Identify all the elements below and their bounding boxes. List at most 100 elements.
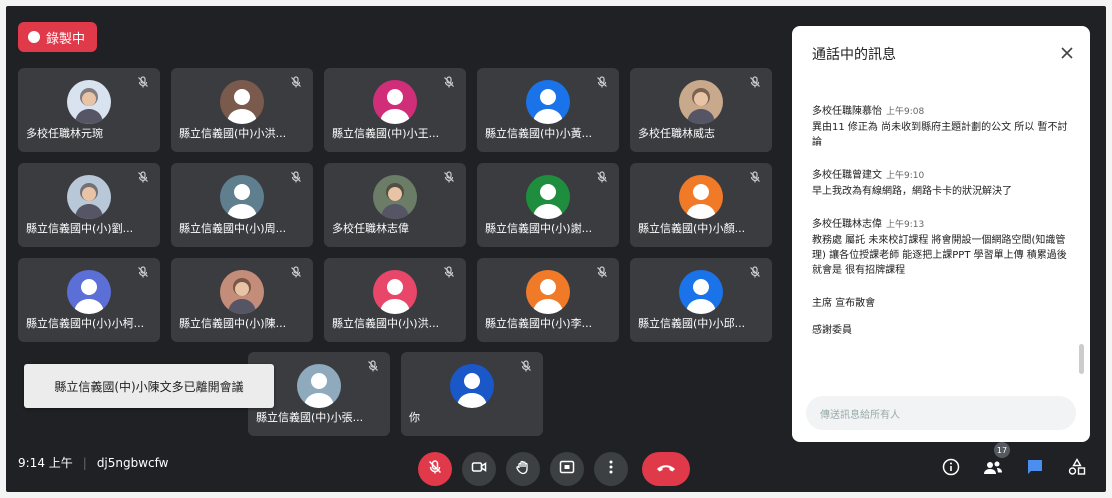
more-vert-icon [603,459,619,479]
chat-message-input[interactable]: 傳送訊息給所有人 [806,396,1076,430]
record-dot-icon [28,31,40,43]
meeting-details-button[interactable] [938,456,964,482]
participant-avatar [297,364,341,408]
participant-tile[interactable]: 多校任職林志偉 [324,163,466,247]
participant-tile[interactable]: 縣立信義國中(小)劉... [18,163,160,247]
chat-messages: 多校任職陳慕怡 上午9:08 異由11 修正為 尚未收到縣府主題計劃的公文 所以 … [812,104,1068,350]
message-time: 上午9:13 [886,220,925,230]
participant-photo [373,175,417,219]
present-screen-button[interactable] [550,452,584,486]
participant-name: 縣立信義國(中)小黃... [485,127,593,140]
participant-avatar [220,80,264,124]
message-line: 主席 宣布散會 [812,298,876,309]
chat-button[interactable] [1022,456,1048,482]
people-button[interactable] [980,456,1006,482]
meet-window: 錄製中 多校任職林元琬 縣立信義國(中)小洪... 縣立信義國(中)小王... 縣立信… [6,6,1106,492]
chat-panel: 通話中的訊息 多校任職陳慕怡 上午9:08 異由11 修正為 尚未收到縣府主題計劃… [792,26,1090,442]
clock-time: 9:14 上午 [18,456,73,470]
participant-tile[interactable]: 縣立信義國(中)小洪... [171,68,313,152]
participant-avatar [67,270,111,314]
participant-tile[interactable]: 多校任職林威志 [630,68,772,152]
muted-mic-icon [595,169,611,185]
muted-mic-icon [442,264,458,280]
participant-photo [67,175,111,219]
muted-mic-icon [289,169,305,185]
participant-tile[interactable]: 你 [401,352,543,436]
message-sender: 多校任職林志偉 [812,219,882,230]
chat-input-placeholder: 傳送訊息給所有人 [820,409,900,421]
more-options-button[interactable] [594,452,628,486]
close-icon [1058,47,1076,66]
participant-tile[interactable]: 縣立信義國(中)小顏... [630,163,772,247]
participant-tile[interactable]: 多校任職林元琬 [18,68,160,152]
mic-toggle-button[interactable] [418,452,452,486]
participant-name: 縣立信義國中(小)謝... [485,222,593,235]
message-text: 異由11 修正為 尚未收到縣府主題計劃的公文 所以 暫不討論 [812,122,1068,148]
participant-name: 多校任職林志偉 [332,222,409,235]
participant-avatar [526,175,570,219]
muted-mic-icon [595,264,611,280]
hand-icon [515,459,531,479]
muted-mic-icon [136,169,152,185]
people-icon [983,458,1003,480]
participant-name: 縣立信義國(中)小洪... [179,127,287,140]
participant-avatar [220,175,264,219]
chat-message: 多校任職林志偉 上午9:13 教務處 屬託 未來校訂課程 將會開設一個網路空間(知… [812,217,1068,278]
bottom-bar: 9:14 上午 | dj5ngbwcfw 17 [6,440,1106,492]
participant-name: 縣立信義國(中)小邱... [638,317,746,330]
participant-name: 縣立信義國中(小)小柯... [26,317,145,330]
participant-name: 多校任職林元琬 [26,127,103,140]
participant-avatar [526,80,570,124]
participant-name: 你 [409,411,420,424]
participant-tile[interactable]: 縣立信義國(中)小邱... [630,258,772,342]
participant-tile[interactable]: 縣立信義國中(小)周... [171,163,313,247]
muted-mic-icon [748,264,764,280]
chat-message: 多校任職陳慕怡 上午9:08 異由11 修正為 尚未收到縣府主題計劃的公文 所以 … [812,104,1068,150]
participant-photo [67,80,111,124]
participant-tile[interactable]: 縣立信義國中(小)陳... [171,258,313,342]
participant-tile[interactable]: 縣立信義國(中)小王... [324,68,466,152]
participant-name: 縣立信義國中(小)周... [179,222,287,235]
hang-up-icon [655,460,677,479]
left-meeting-toast: 縣立信義國(中)小陳文多已離開會議 [24,364,274,408]
close-panel-button[interactable] [1058,44,1076,62]
participant-name: 縣立信義國(中)小王... [332,127,440,140]
muted-mic-icon [595,74,611,90]
muted-mic-icon [136,74,152,90]
participant-name: 縣立信義國中(小)李... [485,317,593,330]
message-text: 教務處 屬託 未來校訂課程 將會開設一個網路空間(知識管理) 讓各位授課老師 能… [812,235,1067,276]
meeting-info: 9:14 上午 | dj5ngbwcfw [18,454,168,471]
muted-mic-icon [289,74,305,90]
participant-tile[interactable]: 縣立信義國中(小)李... [477,258,619,342]
leave-call-button[interactable] [642,452,690,486]
participant-avatar [373,80,417,124]
participant-photo [220,270,264,314]
chat-panel-title: 通話中的訊息 [812,47,896,63]
participant-avatar [526,270,570,314]
participant-name: 縣立信義國(中)小張... [256,411,364,424]
meeting-code[interactable]: dj5ngbwcfw [97,456,169,470]
activities-button[interactable] [1064,456,1090,482]
participant-tile[interactable]: 縣立信義國中(小)謝... [477,163,619,247]
muted-mic-icon [748,74,764,90]
participant-avatar [373,270,417,314]
recording-label: 錄製中 [46,31,86,47]
toast-text: 縣立信義國(中)小陳文多已離開會議 [54,379,244,394]
participant-name: 縣立信義國(中)小顏... [638,222,746,235]
message-time: 上午9:08 [886,107,925,117]
message-sender: 多校任職陳慕怡 [812,106,882,117]
message-sender: 多校任職曾建文 [812,170,882,181]
chat-scrollbar[interactable] [1079,344,1084,374]
participant-tile[interactable]: 縣立信義國中(小)洪... [324,258,466,342]
camera-toggle-button[interactable] [462,452,496,486]
raise-hand-button[interactable] [506,452,540,486]
info-icon [942,458,960,480]
chat-icon [1026,458,1044,480]
participant-avatar [450,364,494,408]
participant-tile[interactable]: 縣立信義國(中)小黃... [477,68,619,152]
chat-message: 多校任職曾建文 上午9:10 早上我改為有線網路，網路卡卡的狀況解決了 [812,168,1068,199]
recording-indicator[interactable]: 錄製中 [18,22,98,52]
message-line: 感謝委員 [812,325,852,336]
participant-tile[interactable]: 縣立信義國中(小)小柯... [18,258,160,342]
info-separator: | [82,455,87,470]
